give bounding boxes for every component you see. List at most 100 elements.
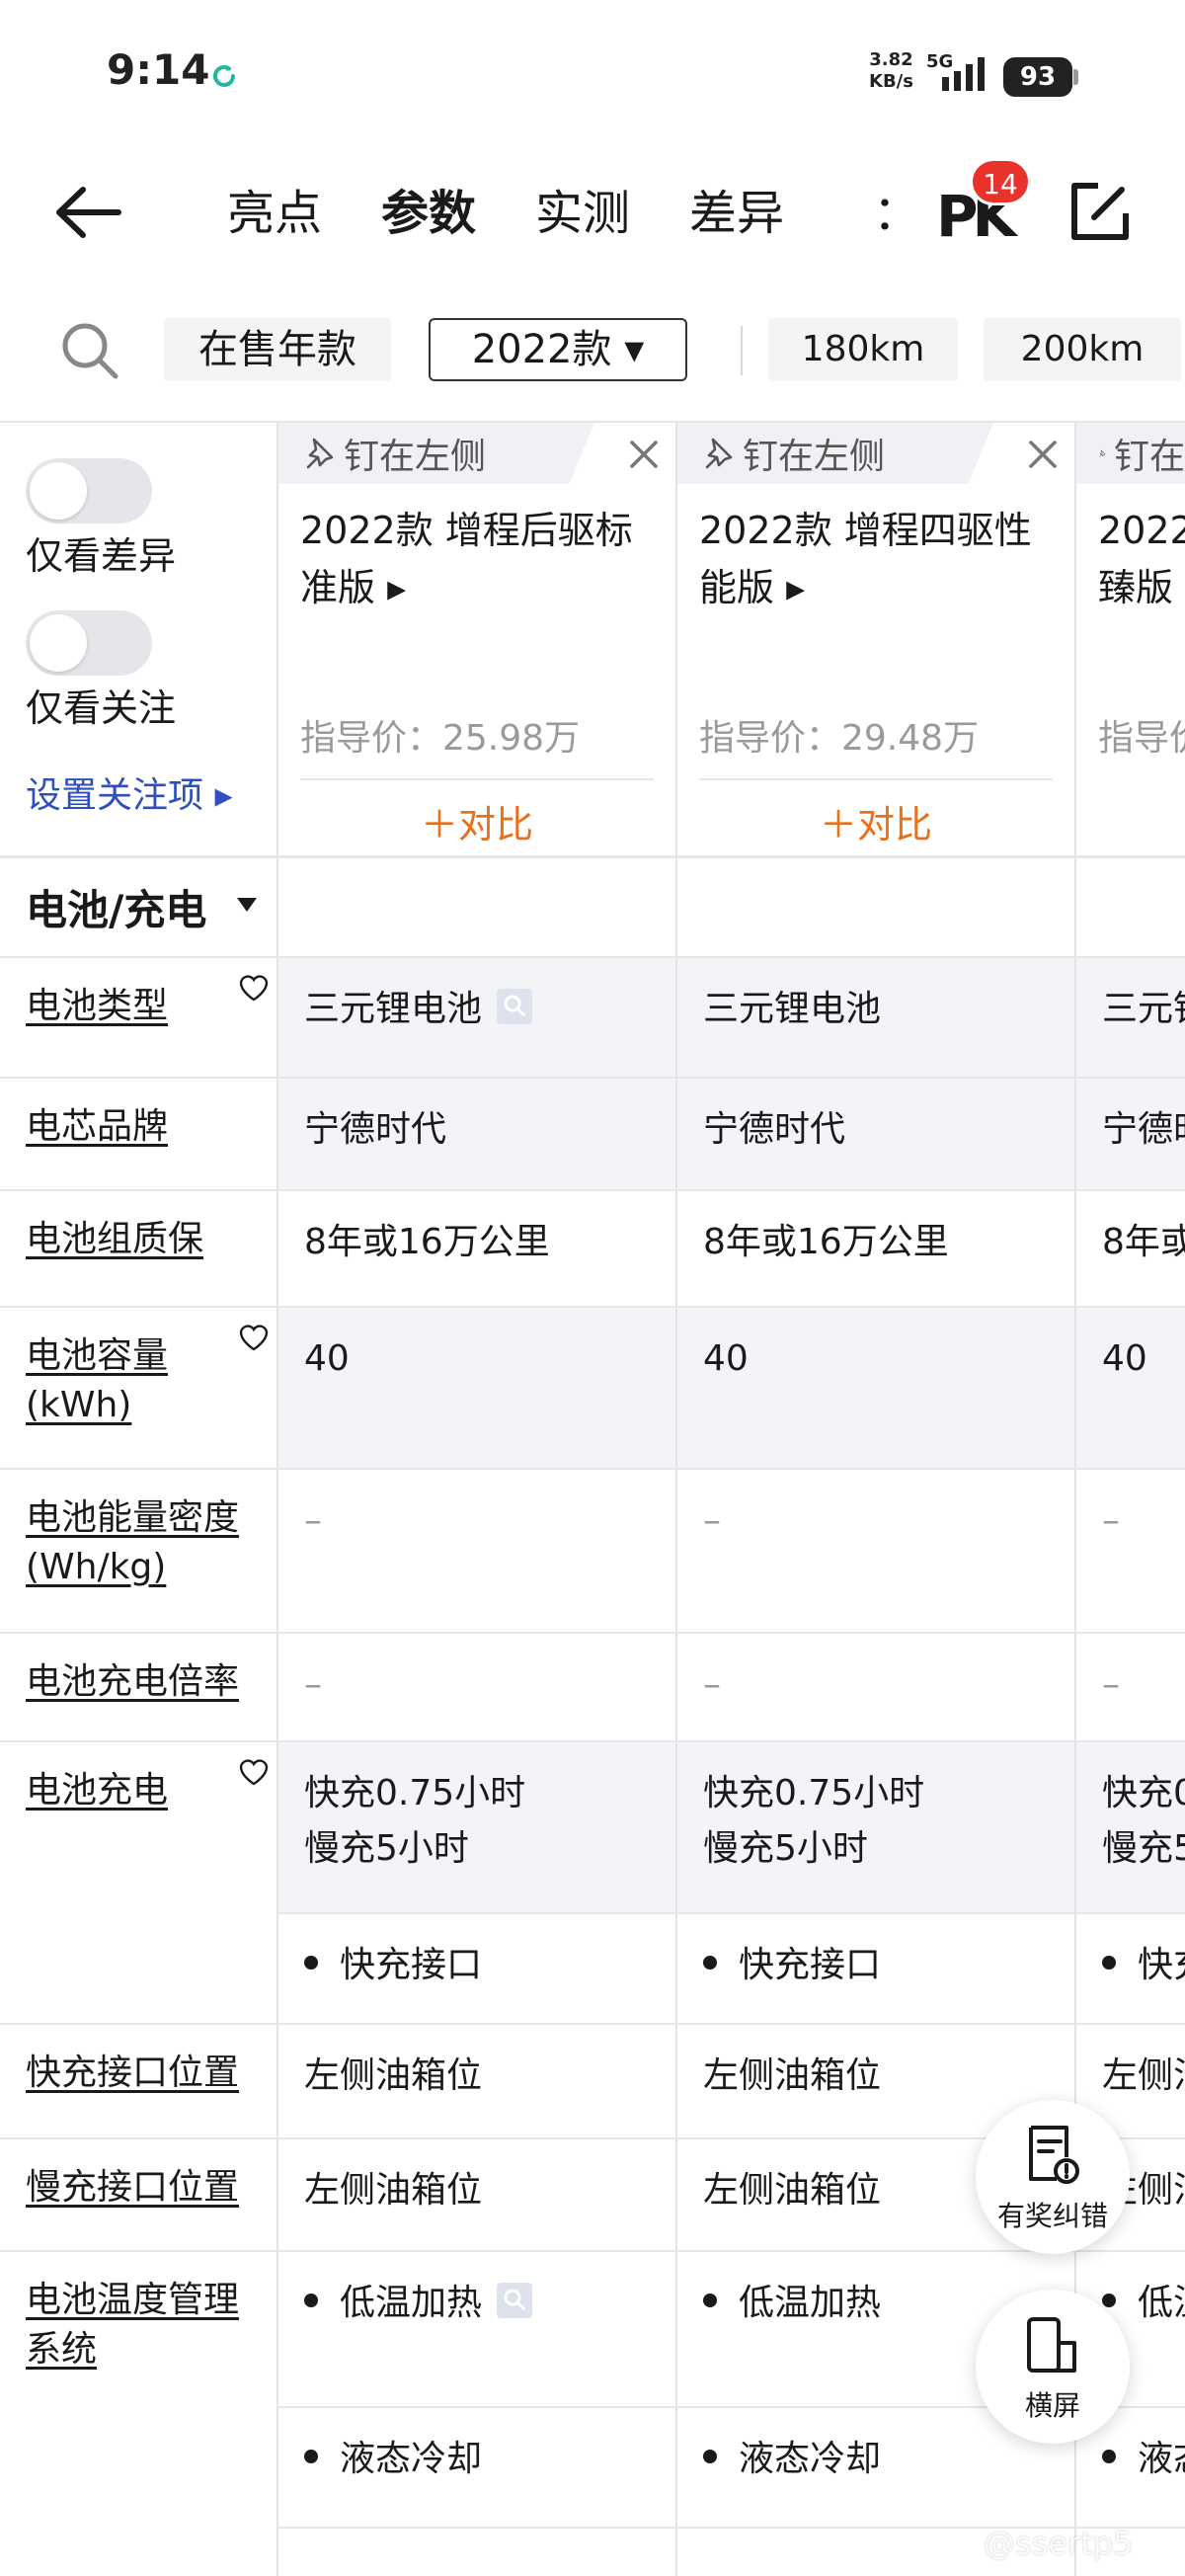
- param-value: 快充接口: [739, 1945, 882, 1985]
- param-value: 液态: [1138, 2439, 1185, 2479]
- param-value: 快充接口: [340, 1945, 483, 1985]
- tab-params[interactable]: 参数: [381, 178, 477, 257]
- param-cell: 宁德时代: [677, 1079, 1074, 1189]
- close-icon[interactable]: [1021, 433, 1065, 476]
- magnifier-icon[interactable]: [496, 988, 533, 1025]
- param-row-battery-warranty: 电池组质保 8年或16万公里 8年或16万公里 8年或: [0, 1189, 1185, 1306]
- param-cell: –: [1076, 1470, 1185, 1632]
- param-value: 液态冷却: [340, 2439, 483, 2479]
- param-value: 低温: [1138, 2283, 1185, 2323]
- param-cell: 快充接口: [278, 1914, 675, 2023]
- watermark: @ssertp5: [984, 2525, 1134, 2562]
- pin-left-label: 钉在: [1113, 437, 1185, 477]
- param-cell: 8年或: [1102, 1222, 1185, 1262]
- tab-differences-label: 差异: [689, 186, 785, 241]
- heart-icon[interactable]: [237, 1322, 271, 1353]
- network-speed-value: 3.82: [869, 49, 913, 70]
- battery-tip: [1073, 69, 1078, 85]
- section-title[interactable]: 电池/充电: [26, 877, 206, 937]
- top-nav: 亮点 参数 实测 差异 ： PK 14: [0, 148, 1185, 286]
- param-value: –: [703, 1500, 721, 1541]
- fast-charge-time: 快充0.75小时: [304, 1773, 526, 1813]
- add-compare-button[interactable]: ＋对比: [278, 794, 675, 848]
- param-label[interactable]: 电池充电: [26, 1766, 263, 1815]
- pin-left-button[interactable]: 钉在: [1076, 423, 1185, 484]
- model-name[interactable]: 2022款 增程后驱标准版 ▸: [300, 502, 656, 616]
- param-row-energy-density: 电池能量密度(Wh/kg) – – –: [0, 1468, 1185, 1632]
- param-cell: 快充接口: [677, 1914, 1074, 2023]
- edit-icon[interactable]: [1065, 178, 1134, 247]
- heart-icon[interactable]: [237, 972, 271, 1004]
- param-label[interactable]: 电池充电倍率: [26, 1657, 263, 1707]
- tab-more-truncated[interactable]: ：: [873, 178, 893, 249]
- focus-only-label: 仅看关注: [26, 686, 177, 730]
- magnifier-icon[interactable]: [496, 2282, 533, 2319]
- add-compare-button[interactable]: ＋对比: [677, 794, 1074, 848]
- rotate-screen-icon: [1027, 2317, 1076, 2373]
- pin-icon: [306, 438, 334, 469]
- param-cell: –: [278, 1634, 675, 1740]
- report-error-button[interactable]: 有奖纠错: [976, 2100, 1130, 2254]
- param-row-cell-brand: 电芯品牌 宁德时代 宁德时代 宁德时: [0, 1077, 1185, 1189]
- tab-highlights-label: 亮点: [227, 186, 323, 241]
- model-name[interactable]: 2022 臻版: [1098, 502, 1185, 616]
- pin-left-label: 钉在左侧: [743, 437, 886, 477]
- param-cell: 左侧油箱位: [304, 2055, 483, 2096]
- bullet-dot: [703, 2294, 717, 2307]
- card-separator: [699, 778, 1053, 780]
- focus-only-toggle[interactable]: [26, 610, 152, 676]
- param-value: 快充: [1138, 1945, 1185, 1985]
- bullet-dot: [1102, 2450, 1116, 2463]
- param-cell: –: [677, 1470, 1074, 1632]
- tab-tests[interactable]: 实测: [535, 178, 630, 257]
- set-focus-items-link[interactable]: 设置关注项 ▸: [26, 766, 233, 818]
- tab-differences[interactable]: 差异: [689, 178, 784, 257]
- on-sale-years-chip[interactable]: 在售年款: [164, 318, 391, 381]
- back-arrow-icon[interactable]: [49, 178, 128, 247]
- section-divider: [0, 855, 1185, 858]
- toggle-knob: [30, 614, 87, 672]
- param-value: 液态冷却: [739, 2439, 882, 2479]
- range-200km-chip[interactable]: 200km: [984, 318, 1181, 381]
- param-label[interactable]: 电池能量密度(Wh/kg): [26, 1493, 263, 1592]
- param-cell: 三元锂: [1076, 958, 1185, 1077]
- param-cell: 低温加热: [278, 2252, 675, 2406]
- param-label[interactable]: 电池类型: [26, 982, 263, 1031]
- tab-tests-label: 实测: [535, 186, 631, 241]
- param-row-charge-rate: 电池充电倍率 – – –: [0, 1632, 1185, 1740]
- signal-icon: [942, 57, 985, 91]
- param-cell: 宁德时: [1076, 1079, 1185, 1189]
- pin-left-button[interactable]: 钉在左侧: [677, 423, 993, 484]
- landscape-button[interactable]: 横屏: [976, 2290, 1130, 2444]
- param-label[interactable]: 电池温度管理系统: [26, 2276, 263, 2375]
- close-icon[interactable]: [622, 433, 666, 476]
- slow-charge-time: 慢充5: [1102, 1828, 1185, 1869]
- battery-indicator: 93: [1003, 57, 1072, 97]
- param-label[interactable]: 电池组质保: [26, 1215, 263, 1264]
- diff-only-toggle[interactable]: [26, 458, 152, 523]
- param-row-battery-capacity: 电池容量(kWh) 40 40 40: [0, 1306, 1185, 1468]
- tab-active-indicator: [383, 239, 477, 255]
- slow-charge-time: 慢充5小时: [304, 1828, 469, 1869]
- param-label[interactable]: 电芯品牌: [26, 1102, 263, 1152]
- tab-bar: 亮点 参数 实测 差异: [227, 178, 843, 257]
- status-bar: 9:14 3.82 KB/s 5G 93: [0, 0, 1185, 148]
- pk-count-badge: 14: [970, 158, 1031, 205]
- model-price: 指导价：25.98万: [300, 718, 581, 759]
- search-icon[interactable]: [57, 318, 122, 383]
- model-price: 指导价: [1098, 718, 1185, 759]
- param-value: 低温加热: [739, 2283, 882, 2323]
- caret-down-icon[interactable]: [235, 895, 259, 915]
- param-value: –: [1102, 1500, 1120, 1541]
- year-select[interactable]: 2022款 ▾: [429, 318, 687, 381]
- param-label[interactable]: 慢充接口位置: [26, 2163, 263, 2213]
- tab-highlights[interactable]: 亮点: [227, 178, 322, 257]
- fast-charge-time: 快充0.75小时: [703, 1773, 925, 1813]
- pin-left-button[interactable]: 钉在左侧: [278, 423, 594, 484]
- heart-icon[interactable]: [237, 1756, 271, 1788]
- param-label[interactable]: 电池容量(kWh): [26, 1331, 263, 1430]
- model-name[interactable]: 2022款 增程四驱性能版 ▸: [699, 502, 1055, 616]
- bullet-dot: [304, 1956, 318, 1970]
- param-label[interactable]: 快充接口位置: [26, 2049, 263, 2098]
- range-180km-chip[interactable]: 180km: [768, 318, 958, 381]
